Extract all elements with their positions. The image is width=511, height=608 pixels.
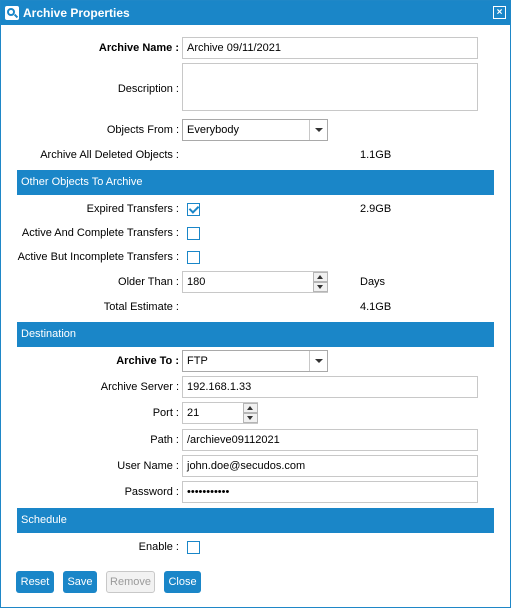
dialog-title: Archive Properties	[23, 6, 130, 20]
total-estimate-label: Total Estimate :	[103, 301, 179, 313]
active-complete-checkbox[interactable]	[187, 227, 200, 240]
path-input[interactable]: /archieve09112021	[182, 429, 478, 451]
description-textarea[interactable]	[182, 63, 478, 111]
archive-to-select[interactable]: FTP	[182, 350, 328, 372]
section-schedule: Schedule	[17, 508, 494, 533]
archive-name-input[interactable]: Archive 09/11/2021	[182, 37, 478, 59]
archive-server-input[interactable]: 192.168.1.33	[182, 376, 478, 398]
older-than-label: Older Than :	[118, 276, 179, 288]
older-than-unit: Days	[360, 276, 386, 288]
spin-down-icon[interactable]	[243, 413, 258, 423]
section-other-objects: Other Objects To Archive	[17, 170, 494, 195]
reset-button[interactable]: Reset	[16, 571, 54, 593]
active-complete-label: Active And Complete Transfers :	[21, 227, 179, 239]
chevron-down-icon[interactable]	[309, 120, 327, 140]
port-label: Port :	[152, 407, 179, 419]
archive-deleted-label: Archive All Deleted Objects :	[40, 149, 179, 161]
spin-down-icon[interactable]	[313, 282, 328, 292]
chevron-down-icon[interactable]	[309, 351, 327, 371]
older-than-spinner[interactable]	[313, 272, 328, 292]
enable-checkbox[interactable]	[187, 541, 200, 554]
spin-up-icon[interactable]	[243, 403, 258, 413]
section-destination: Destination	[17, 322, 494, 347]
archive-to-value: FTP	[187, 355, 208, 367]
user-name-label: User Name :	[117, 460, 179, 472]
close-button[interactable]: Close	[164, 571, 201, 593]
spin-up-icon[interactable]	[313, 272, 328, 282]
archive-server-label: Archive Server :	[100, 381, 179, 393]
archive-properties-dialog: Archive Properties × Archive Name : Arch…	[0, 0, 511, 608]
active-incomplete-checkbox[interactable]	[187, 251, 200, 264]
password-input[interactable]: •••••••••••	[182, 481, 478, 503]
expired-transfers-size: 2.9GB	[360, 203, 392, 215]
active-incomplete-label: Active But Incomplete Transfers :	[17, 251, 179, 263]
archive-to-label: Archive To :	[116, 355, 179, 367]
user-name-input[interactable]: john.doe@secudos.com	[182, 455, 478, 477]
description-label: Description :	[117, 83, 179, 95]
archive-name-label: Archive Name :	[98, 42, 179, 54]
expired-transfers-label: Expired Transfers :	[86, 203, 179, 215]
expired-transfers-checkbox[interactable]	[187, 203, 200, 216]
objects-from-value: Everybody	[187, 124, 239, 136]
password-label: Password :	[124, 486, 179, 498]
archive-deleted-size: 1.1GB	[360, 149, 392, 161]
total-estimate-value: 4.1GB	[360, 301, 392, 313]
path-label: Path :	[150, 434, 179, 446]
remove-button[interactable]: Remove	[106, 571, 155, 593]
objects-from-label: Objects From :	[106, 124, 179, 136]
close-icon[interactable]: ×	[493, 6, 506, 19]
enable-label: Enable :	[138, 541, 179, 553]
title-bar[interactable]: Archive Properties ×	[1, 1, 510, 25]
older-than-input[interactable]: 180	[182, 271, 328, 293]
objects-from-select[interactable]: Everybody	[182, 119, 328, 141]
save-button[interactable]: Save	[63, 571, 97, 593]
port-spinner[interactable]	[243, 403, 258, 423]
app-logo-icon	[5, 6, 19, 20]
